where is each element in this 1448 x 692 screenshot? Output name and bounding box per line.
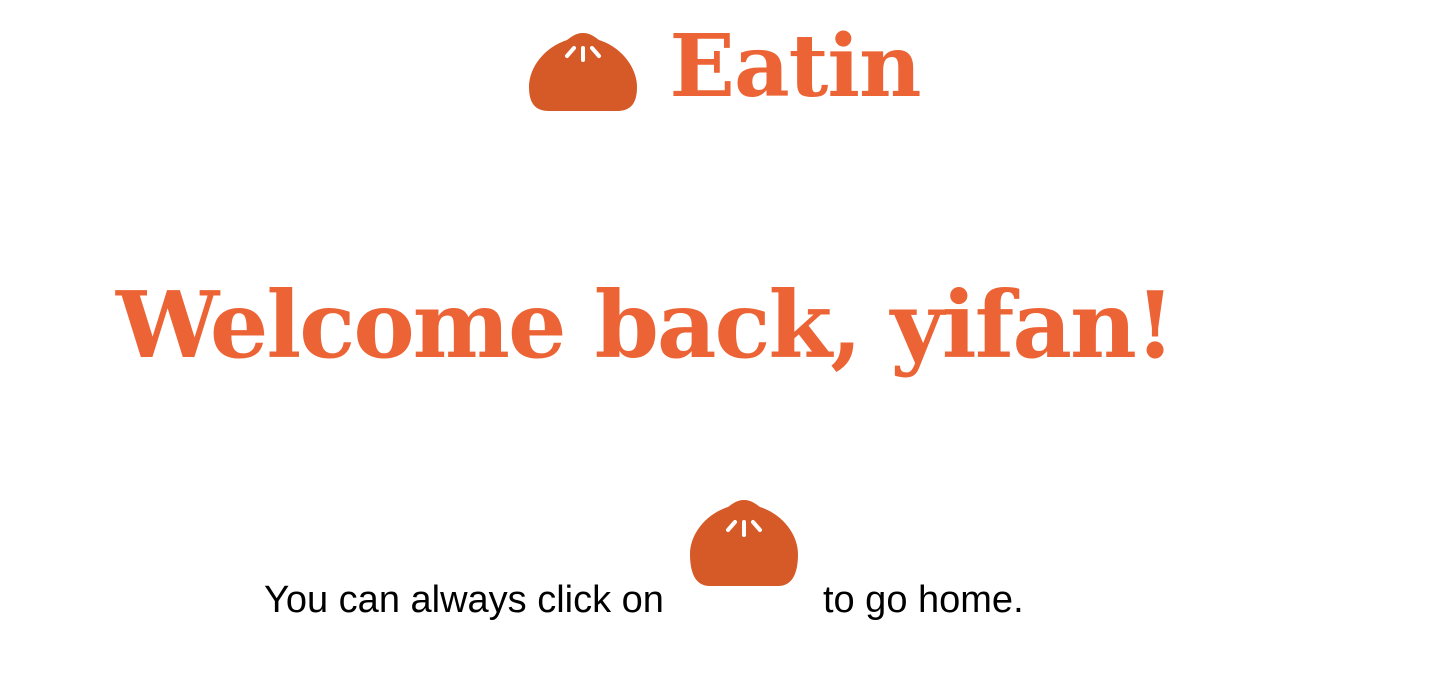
home-logo-link[interactable]: Eatin [527,16,922,117]
brand-name: Eatin [669,16,921,117]
home-icon-link[interactable] [688,498,800,590]
hint-text-before: You can always click on [264,579,664,621]
header: Eatin [0,14,1448,124]
home-hint: You can always click on to go home. [264,498,1024,628]
bun-icon [527,23,639,115]
hint-text-after: to go home. [822,579,1024,621]
bun-icon [688,498,800,590]
welcome-title: Welcome back, yifan! [116,271,1175,379]
